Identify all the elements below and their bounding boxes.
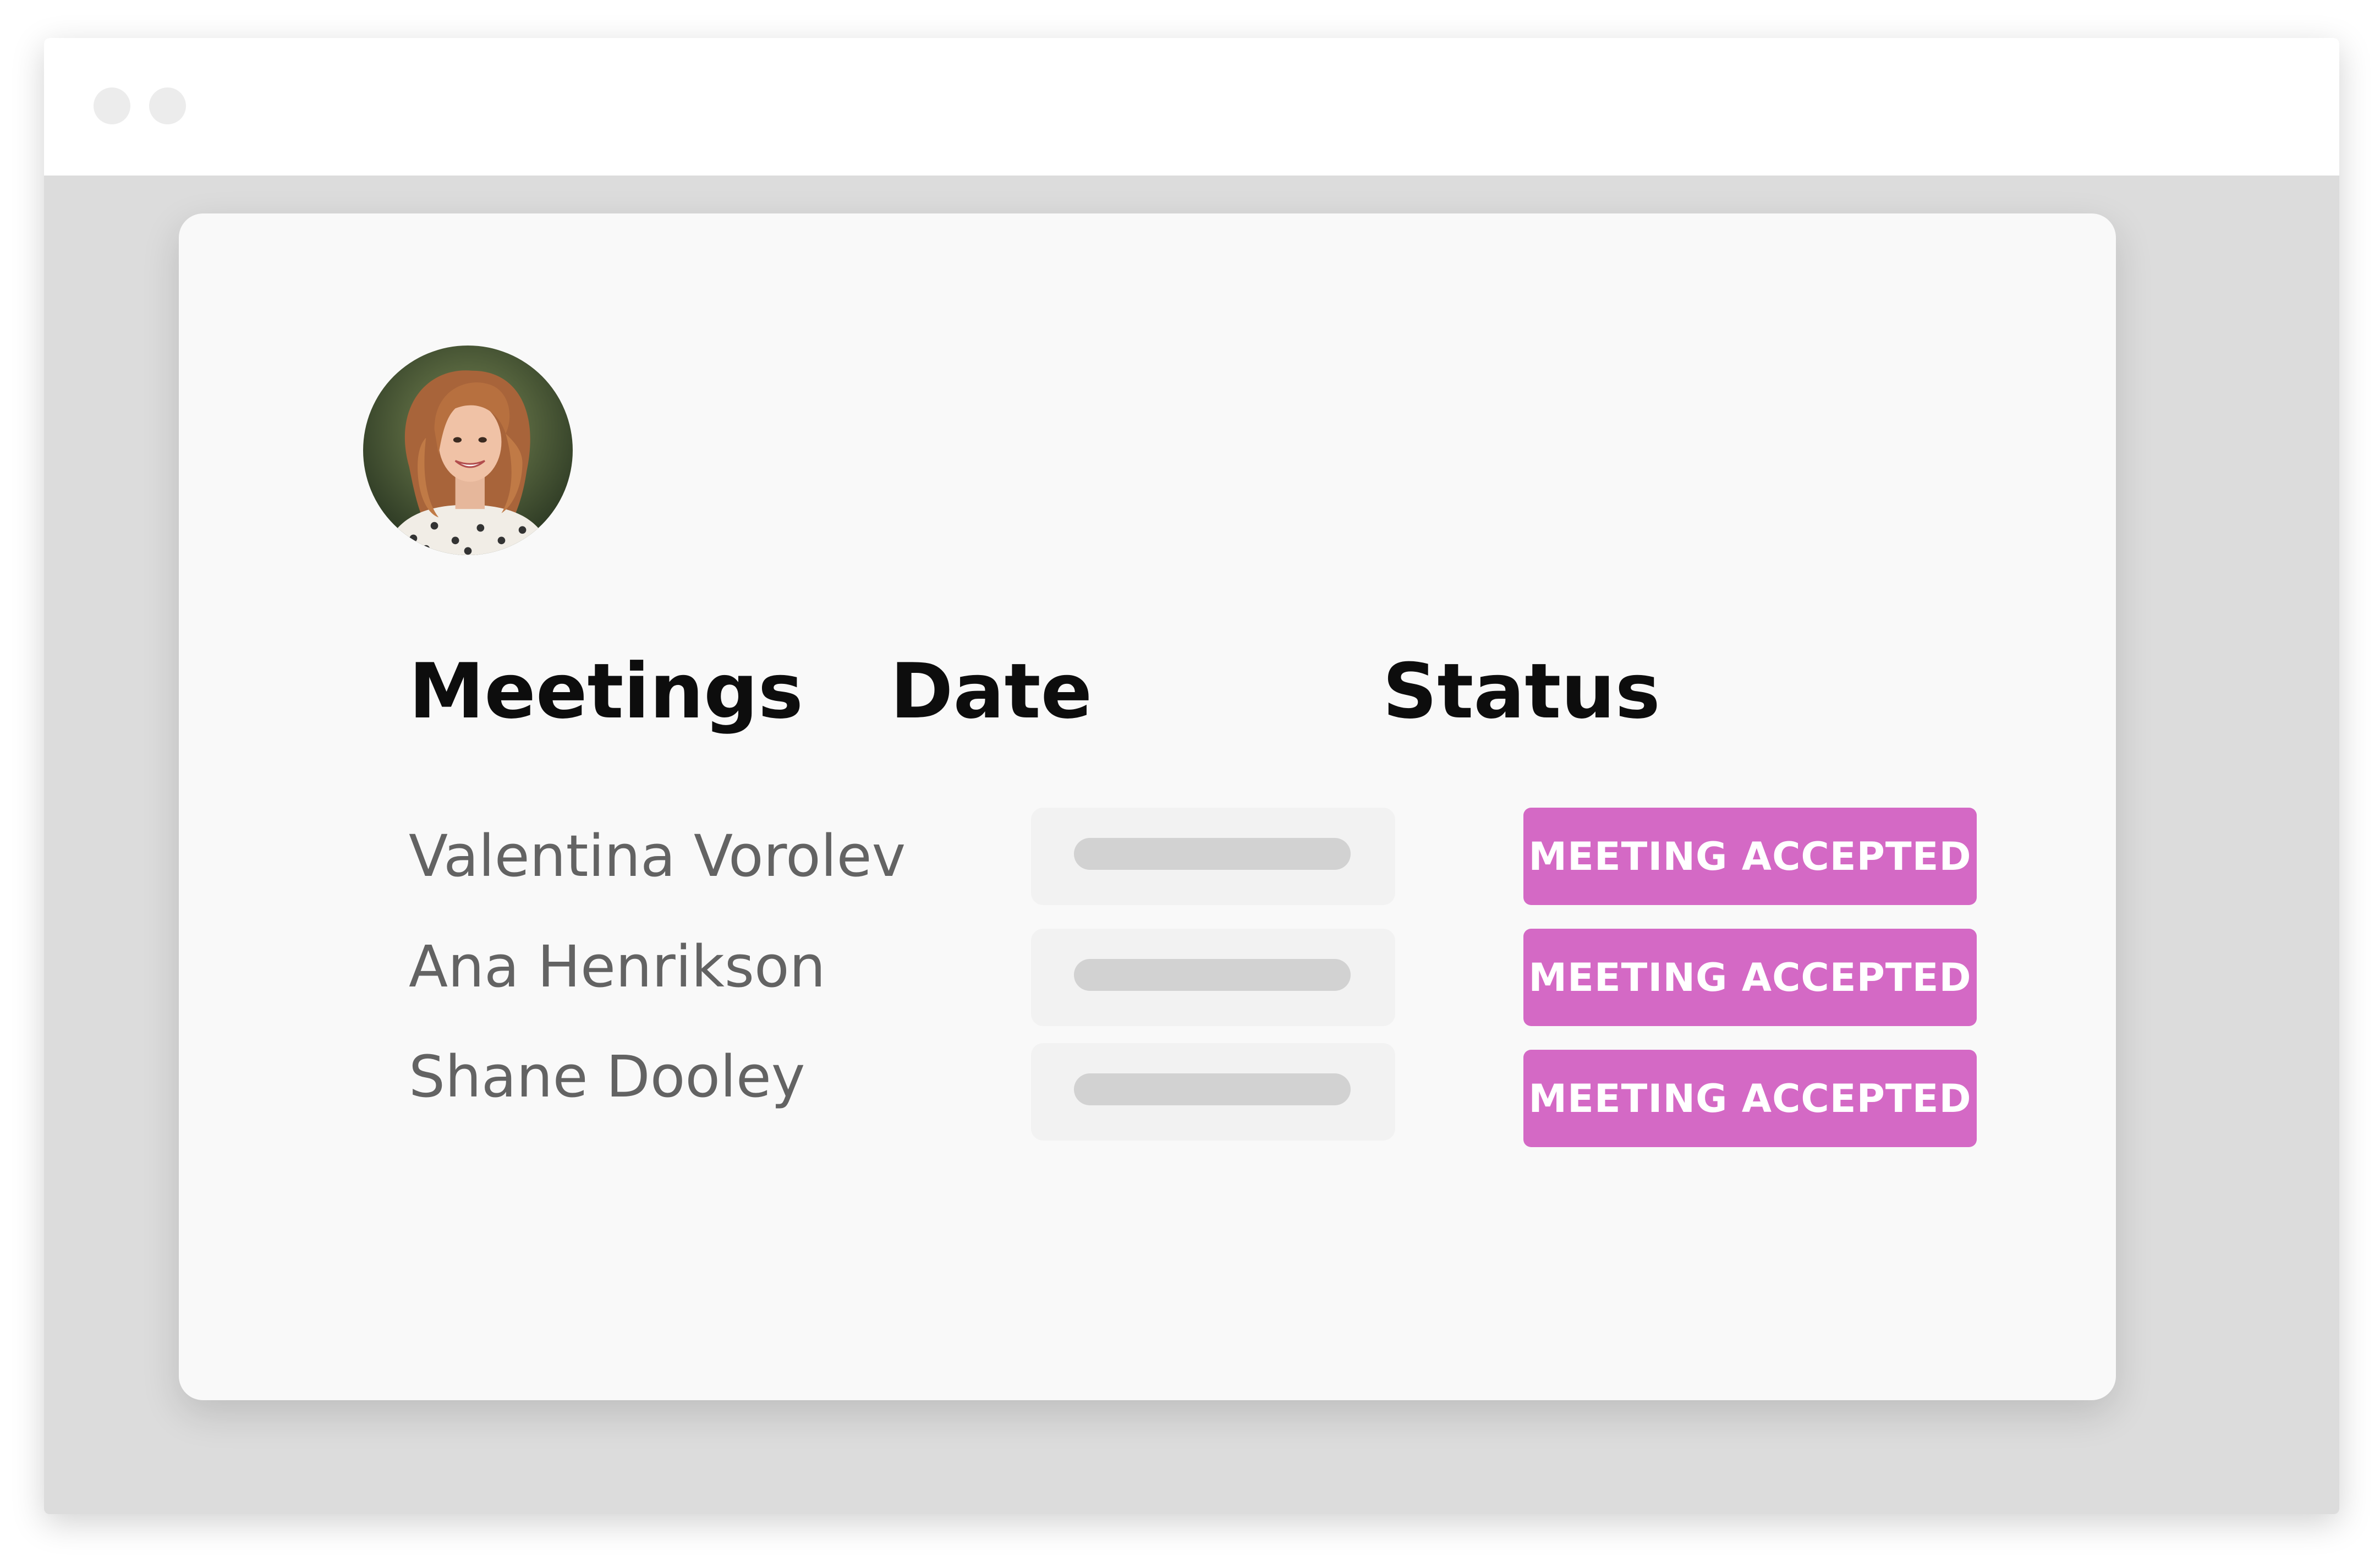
status-badge[interactable]: MEETING ACCEPTED xyxy=(1523,808,1977,905)
window-control-dot[interactable] xyxy=(94,87,130,124)
meetings-card: Meetings Date Status Valentina Vorolev A… xyxy=(179,213,2116,1400)
window-titlebar xyxy=(44,38,2339,176)
date-cell xyxy=(1031,929,1395,1026)
date-placeholder-bar xyxy=(1074,959,1351,991)
date-placeholder-bar xyxy=(1074,1073,1351,1105)
date-column-header: Date xyxy=(890,647,1093,736)
status-badge[interactable]: MEETING ACCEPTED xyxy=(1523,1050,1977,1147)
user-photo-icon xyxy=(363,346,573,555)
date-cell xyxy=(1031,808,1395,905)
date-placeholder-bar xyxy=(1074,838,1351,870)
meeting-name: Ana Henrikson xyxy=(409,933,826,1000)
status-badge[interactable]: MEETING ACCEPTED xyxy=(1523,929,1977,1026)
meeting-name: Valentina Vorolev xyxy=(409,823,906,890)
meetings-column-header: Meetings xyxy=(409,647,803,736)
date-cell xyxy=(1031,1043,1395,1141)
status-column-header: Status xyxy=(1383,647,1660,736)
window-control-dot[interactable] xyxy=(149,87,186,124)
avatar xyxy=(363,346,573,555)
meeting-name: Shane Dooley xyxy=(409,1043,805,1110)
